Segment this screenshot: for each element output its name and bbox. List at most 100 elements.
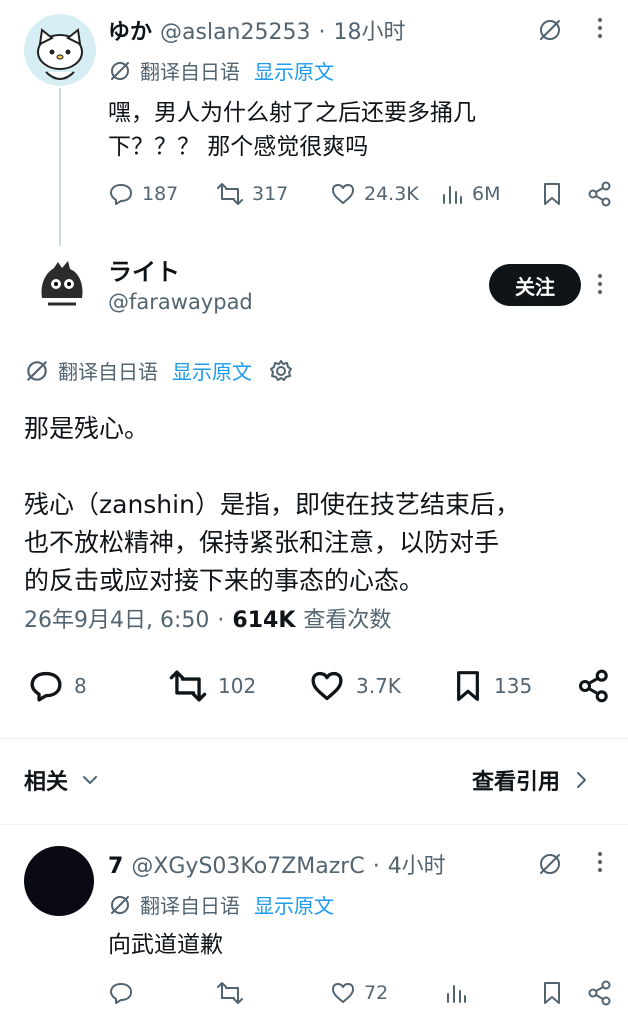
bookmark-button[interactable]: 135: [452, 668, 532, 704]
post-text-line: 也不放松精神，保持紧张和注意，以防对手: [24, 528, 500, 557]
display-name[interactable]: ゆか: [108, 14, 152, 46]
views-button[interactable]: [444, 980, 468, 1006]
separator: ·: [318, 20, 326, 45]
reply-icon: [30, 671, 62, 702]
show-original-link[interactable]: 显示原文: [172, 356, 252, 385]
like-button[interactable]: 24.3K: [330, 181, 419, 207]
post-header: 7 @XGyS03Ko7ZMazrC · 4小时: [108, 848, 446, 880]
display-name[interactable]: 7: [108, 854, 123, 879]
translate-icon: [111, 61, 129, 80]
chevron-down-icon: [83, 776, 98, 784]
post-text-paragraph: 那是残心。: [24, 414, 150, 443]
repost-icon: [217, 183, 243, 205]
post-header: ゆか @aslan25253 · 18小时: [108, 14, 405, 46]
bookmark-count: 135: [494, 674, 533, 698]
repost-icon: [217, 982, 243, 1004]
translate-label: 翻译自日语: [58, 360, 158, 384]
share-icon[interactable]: [586, 979, 614, 1007]
main-post: ライト @farawaypad 关注 翻译自日语 显示原文 那是残心。 残心（z…: [0, 250, 628, 740]
like-count: 72: [364, 982, 389, 1004]
translate-icon: [27, 360, 47, 381]
avatar[interactable]: [34, 256, 90, 312]
views-button[interactable]: 6M: [440, 181, 500, 207]
reply-button[interactable]: 8: [28, 668, 87, 704]
related-bar: 相关 查看引用: [0, 760, 628, 804]
translate-row: 翻译自日语 显示原文: [24, 356, 294, 385]
show-original-link[interactable]: 显示原文: [254, 56, 334, 85]
heart-icon: [311, 671, 343, 701]
handle[interactable]: @farawaypad: [108, 290, 253, 314]
post-text: 那是残心。 残心（zanshin）是指，即使在技艺结束后， 也不放松精神，保持紧…: [24, 410, 520, 600]
translate-icon: [111, 895, 129, 914]
reply-button[interactable]: 187: [108, 181, 178, 207]
repost-count: 317: [252, 183, 289, 205]
post-text: 向武道道歉: [108, 932, 223, 958]
more-options-icon[interactable]: [598, 852, 602, 872]
translate-row: 翻译自日语 显示原文: [108, 890, 334, 919]
views-count: 614K: [232, 608, 296, 633]
post-text-line: 下？？？ 那个感觉很爽吗: [108, 134, 369, 160]
view-quotes-label: 查看引用: [472, 770, 561, 795]
grok-icon[interactable]: [536, 16, 564, 44]
section-divider: [0, 824, 628, 825]
share-icon[interactable]: [576, 668, 612, 704]
related-label: 相关: [24, 770, 69, 795]
repost-button[interactable]: 102: [168, 668, 256, 704]
like-count: 3.7K: [356, 674, 401, 698]
more-options-icon[interactable]: [598, 274, 602, 294]
separator: ·: [372, 854, 380, 879]
reply-icon: [110, 983, 132, 1004]
repost-count: 102: [218, 674, 257, 698]
follow-button[interactable]: 关注: [489, 264, 581, 306]
parent-post[interactable]: ゆか @aslan25253 · 18小时 翻译自日语 显示原文 嘿，男人为什么…: [0, 0, 628, 250]
reply-post[interactable]: 7 @XGyS03Ko7ZMazrC · 4小时 翻译自日语 显示原文 向武道道…: [0, 826, 628, 1017]
views-icon: [443, 186, 462, 204]
handle[interactable]: @XGyS03Ko7ZMazrC: [131, 854, 364, 879]
reply-count: 8: [74, 674, 87, 698]
thread-line: [59, 88, 61, 246]
post-time[interactable]: 4小时: [388, 848, 446, 880]
post-text: 嘿，男人为什么射了之后还要多捅几 下？？？ 那个感觉很爽吗: [108, 96, 476, 164]
separator: ·: [217, 608, 225, 633]
avatar[interactable]: [24, 846, 94, 916]
post-meta: 26年9月4日, 6:50 · 614K 查看次数: [24, 602, 391, 634]
repost-icon: [169, 670, 207, 702]
post-timestamp[interactable]: 26年9月4日, 6:50: [24, 602, 209, 634]
display-name[interactable]: ライト: [108, 252, 180, 287]
translate-label: 翻译自日语: [140, 60, 240, 84]
show-original-link[interactable]: 显示原文: [254, 890, 334, 919]
post-text-line: 嘿，男人为什么射了之后还要多捅几: [108, 100, 476, 126]
repost-button[interactable]: 317: [216, 181, 288, 207]
bookmark-icon: [457, 671, 479, 701]
heart-icon: [332, 983, 354, 1003]
post-text-line: 的反击或应对接下来的事态的心态。: [24, 566, 425, 595]
handle[interactable]: @aslan25253: [160, 20, 310, 45]
gear-icon[interactable]: [268, 358, 294, 384]
related-dropdown[interactable]: 相关: [24, 764, 100, 796]
reply-icon: [110, 184, 132, 205]
reply-button[interactable]: [108, 980, 134, 1006]
post-text-line: 残心（zanshin）是指，即使在技艺结束后，: [24, 490, 520, 519]
section-divider: [0, 738, 628, 739]
avatar[interactable]: [24, 14, 96, 86]
bookmark-icon[interactable]: [540, 980, 564, 1006]
translate-label: 翻译自日语: [140, 894, 240, 918]
repost-button[interactable]: [216, 980, 244, 1006]
grok-icon[interactable]: [536, 850, 564, 878]
bookmark-icon[interactable]: [540, 181, 564, 207]
post-time[interactable]: 18小时: [333, 14, 405, 46]
translate-row: 翻译自日语 显示原文: [108, 56, 334, 85]
views-icon: [447, 985, 466, 1003]
like-count: 24.3K: [364, 183, 419, 205]
reply-count: 187: [142, 183, 179, 205]
character-avatar-icon: [41, 261, 83, 306]
more-options-icon[interactable]: [598, 18, 602, 38]
share-icon[interactable]: [586, 180, 614, 208]
like-button[interactable]: 72: [330, 980, 388, 1006]
view-quotes-link[interactable]: 查看引用: [472, 764, 590, 796]
like-button[interactable]: 3.7K: [308, 668, 401, 704]
views-count: 6M: [472, 183, 501, 205]
heart-icon: [332, 184, 354, 204]
views-label: 查看次数: [303, 608, 392, 633]
chevron-right-icon: [577, 772, 587, 788]
